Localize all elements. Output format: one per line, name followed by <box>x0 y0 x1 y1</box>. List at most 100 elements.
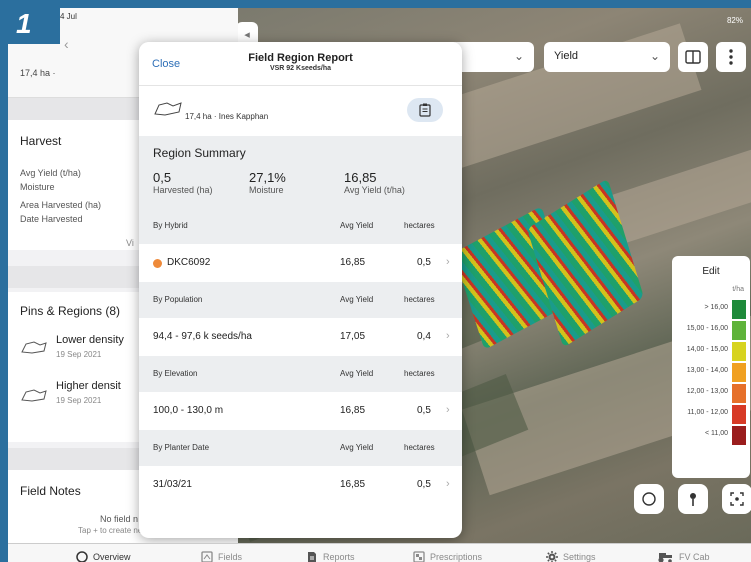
region-name: Lower density <box>56 334 124 346</box>
tab-label: Overview <box>93 552 131 562</box>
report-subtitle: VSR 92 Kseeds/ha <box>269 65 332 72</box>
legend-row: 15,00 - 16,00 <box>672 319 750 341</box>
battery-status: 82% <box>726 16 743 25</box>
region-name: Higher densit <box>56 380 121 392</box>
tab-prescriptions[interactable]: Prescriptions <box>413 551 482 562</box>
legend-row: > 16,00 <box>672 298 750 320</box>
fields-icon <box>201 551 213 562</box>
moisture-label: Moisture <box>249 185 284 195</box>
chevron-right-icon: › <box>446 256 450 268</box>
chevron-right-icon: › <box>446 478 450 490</box>
group-header-population: By Population Avg Yield hectares <box>139 282 462 318</box>
lasso-button[interactable] <box>634 484 664 514</box>
more-options-button[interactable] <box>716 42 746 72</box>
report-title: Field Region Report <box>248 52 353 64</box>
tab-overview[interactable]: Overview <box>76 551 131 562</box>
group-row-population[interactable]: 94,4 - 97,6 k seeds/ha 17,05 0,4 › <box>139 318 462 356</box>
map-layer-select-yield[interactable]: Yield ⌄ <box>544 42 670 72</box>
locate-button[interactable] <box>722 484 751 514</box>
col-hectares: hectares <box>404 221 435 230</box>
tab-label: Fields <box>218 552 243 562</box>
legend-label: 13,00 - 14,00 <box>686 367 728 374</box>
field-notes-empty: No field n <box>100 514 139 524</box>
region-shape-icon <box>21 389 47 402</box>
modal-header: Field Region Report VSR 92 Kseeds/ha Clo… <box>139 42 462 86</box>
tab-reports[interactable]: Reports <box>306 551 355 562</box>
col-avg-yield: Avg Yield <box>340 295 374 304</box>
harvest-row-label: Date Harvested <box>20 214 83 224</box>
harvest-row-label: Avg Yield (t/ha) <box>20 168 81 178</box>
harvest-row-label: Moisture <box>20 182 55 192</box>
group-row-hybrid[interactable]: DKC6092 16,85 0,5 › <box>139 244 462 282</box>
split-view-icon <box>685 50 701 64</box>
group-row-planter-date[interactable]: 31/03/21 16,85 0,5 › <box>139 466 462 504</box>
legend-label: 12,00 - 13,00 <box>686 388 728 395</box>
view-link[interactable]: Vi <box>126 238 134 248</box>
locate-icon <box>730 492 744 506</box>
avg-yield-label: Avg Yield (t/ha) <box>344 185 405 195</box>
pins-regions-title: Pins & Regions (8) <box>20 304 121 318</box>
chevron-down-icon: ⌄ <box>513 49 524 63</box>
group-row-elevation[interactable]: 100,0 - 130,0 m 16,85 0,5 › <box>139 392 462 430</box>
row-hectares: 0,5 <box>417 405 431 416</box>
row-hectares: 0,5 <box>417 257 431 268</box>
step-number: 1 <box>16 8 32 39</box>
tab-settings[interactable]: Settings <box>546 551 596 562</box>
pin-icon <box>690 493 696 506</box>
status-date: 4 Jul <box>60 12 77 21</box>
tab-label: Settings <box>563 552 596 562</box>
chevron-down-icon: ⌄ <box>649 49 660 63</box>
export-report-button[interactable] <box>407 98 443 122</box>
step-number-badge: 1 <box>0 0 60 44</box>
summary-title: Region Summary <box>153 146 246 160</box>
col-hectares: hectares <box>404 295 435 304</box>
legend-label: 15,00 - 16,00 <box>686 325 728 332</box>
field-info-text: 17,4 ha · Ines Kapphan <box>185 112 269 121</box>
legend-row: 11,00 - 12,00 <box>672 403 750 425</box>
legend-row: < 11,00 <box>672 424 750 446</box>
row-name: 100,0 - 130,0 m <box>153 405 224 416</box>
col-avg-yield: Avg Yield <box>340 369 374 378</box>
bottom-tab-bar: Overview Fields Reports Prescriptions Se… <box>8 543 751 562</box>
back-chevron-icon[interactable]: ‹ <box>64 36 69 52</box>
row-avg-yield: 16,85 <box>340 405 366 416</box>
field-area: 17,4 ha · <box>20 68 56 78</box>
drop-pin-button[interactable] <box>678 484 708 514</box>
tractor-icon <box>658 553 672 562</box>
clipboard-icon <box>419 103 431 117</box>
legend-edit-button[interactable]: Edit <box>672 266 750 277</box>
col-hectares: hectares <box>404 443 435 452</box>
row-name: DKC6092 <box>167 257 211 268</box>
legend-swatch <box>732 405 746 424</box>
col-hectares: hectares <box>404 369 435 378</box>
legend-swatch <box>732 300 746 319</box>
row-hectares: 0,5 <box>417 479 431 490</box>
avg-yield-value: 16,85 <box>344 170 377 185</box>
legend-row: 13,00 - 14,00 <box>672 361 750 383</box>
region-summary: Region Summary 0,5 Harvested (ha) 27,1% … <box>139 136 462 208</box>
legend-row: 12,00 - 13,00 <box>672 382 750 404</box>
chevron-right-icon: › <box>446 330 450 342</box>
tab-fields[interactable]: Fields <box>201 551 242 562</box>
legend-swatch <box>732 384 746 403</box>
tab-label: Prescriptions <box>430 552 483 562</box>
col-avg-yield: Avg Yield <box>340 443 374 452</box>
harvest-title: Harvest <box>20 134 62 148</box>
field-notes-title: Field Notes <box>20 484 81 498</box>
more-vertical-icon <box>729 49 733 65</box>
row-avg-yield: 17,05 <box>340 331 366 342</box>
group-title: By Elevation <box>153 369 198 378</box>
close-button[interactable]: Close <box>152 58 180 70</box>
legend-label: 11,00 - 12,00 <box>687 409 728 416</box>
chevron-right-icon: › <box>446 404 450 416</box>
group-header-planter-date: By Planter Date Avg Yield hectares <box>139 430 462 466</box>
group-title: By Hybrid <box>153 221 188 230</box>
split-view-button[interactable] <box>678 42 708 72</box>
field-shape-icon <box>154 102 182 116</box>
legend-unit: t/ha <box>732 286 744 293</box>
harvested-value: 0,5 <box>153 170 172 185</box>
legend-swatch <box>732 363 746 382</box>
tab-fv-cab[interactable]: FV Cab <box>656 551 710 562</box>
col-avg-yield: Avg Yield <box>340 221 374 230</box>
legend-swatch <box>732 426 746 445</box>
